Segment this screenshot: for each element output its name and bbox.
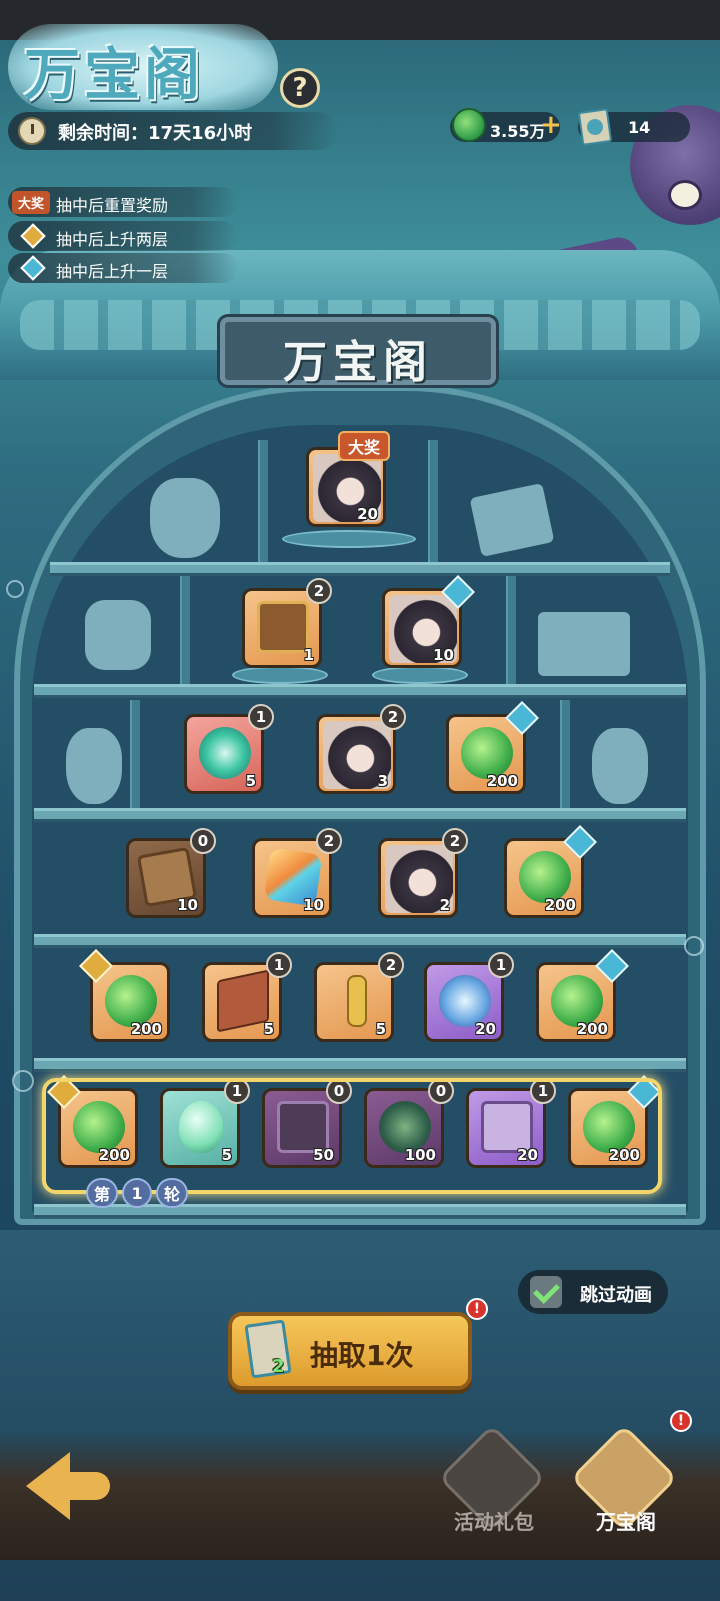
page-title: 万宝阁 [24, 42, 204, 108]
remaining-count-badge: 1 [248, 704, 274, 730]
remaining-count-badge: 2 [380, 704, 406, 730]
legend-grand-prize: 大奖 抽中后重置奖励 [8, 187, 238, 217]
remaining-count-badge: 2 [306, 578, 332, 604]
timer-bar: 剩余时间：17天16小时 [8, 112, 338, 150]
shelf [34, 684, 686, 698]
grand-prize-tag: 大奖 [12, 191, 51, 214]
vase-ornament [592, 728, 648, 804]
draw-ticket-cost: 2 [272, 1356, 285, 1377]
chest-icon [257, 601, 309, 653]
bubble-decoration [6, 580, 24, 598]
prize-quantity: 200 [544, 896, 576, 914]
shelf-divider [180, 576, 190, 684]
help-button[interactable]: ? [280, 68, 320, 108]
prize-quantity: 200 [576, 1020, 608, 1038]
jade-amount: 3.55万 [490, 122, 546, 141]
pedestal [232, 666, 328, 684]
current-round-highlight [42, 1078, 662, 1194]
key-icon [347, 975, 367, 1027]
skip-animation-label: 跳过动画 [580, 1285, 652, 1306]
pedestal [282, 530, 416, 548]
prize-quantity: 20 [357, 505, 378, 523]
vase-ornament [66, 728, 122, 804]
tab-event-gift-pack[interactable]: 活动礼包 [438, 1424, 548, 1560]
draw-alert-icon: ! [466, 1298, 488, 1320]
orb-icon [199, 727, 251, 779]
tab-label: 万宝阁 [596, 1510, 656, 1534]
single-up-diamond-icon [20, 255, 46, 281]
scroll-icon [217, 969, 269, 1033]
back-arrow-tail[interactable] [62, 1472, 110, 1500]
prize-quantity: 5 [263, 1020, 274, 1038]
shelf-divider [560, 700, 570, 808]
bubble-decoration [684, 936, 704, 956]
prize-quantity: 10 [433, 646, 454, 664]
remaining-count-badge: 0 [190, 828, 216, 854]
prize-quantity: 2 [439, 896, 450, 914]
legend-up-two: 抽中后上升两层 [8, 221, 238, 251]
shelf-divider [506, 576, 516, 684]
shelf-divider [258, 440, 268, 562]
shelf [34, 934, 686, 948]
checkbox-checked-icon[interactable] [530, 1276, 562, 1308]
shelf [50, 562, 670, 576]
remaining-time: 剩余时间：17天16小时 [58, 123, 253, 144]
bubble-decoration [12, 1070, 34, 1092]
ticket-count: 14 [628, 118, 651, 137]
jade-coin-icon [452, 108, 486, 142]
round-indicator: 第 1 轮 [86, 1178, 189, 1208]
prize-quantity: 5 [245, 772, 256, 790]
clock-icon [18, 117, 46, 145]
prize-quantity: 10 [177, 896, 198, 914]
pedestal [372, 666, 468, 684]
plaque-title: 万宝阁 [283, 337, 433, 388]
shelf [34, 1058, 686, 1072]
prize-quantity: 5 [375, 1020, 386, 1038]
round-suffix: 轮 [156, 1178, 189, 1208]
add-currency-button[interactable]: + [540, 112, 562, 138]
legend-text: 抽中后重置奖励 [56, 196, 169, 215]
prize-quantity: 20 [475, 1020, 496, 1038]
shelf-divider [428, 440, 438, 562]
shelf [34, 808, 686, 822]
round-number: 1 [122, 1178, 153, 1208]
remaining-count-badge: 2 [378, 952, 404, 978]
octopus-eye [668, 180, 702, 210]
prize-quantity: 200 [486, 772, 518, 790]
pavilion-plaque: 万宝阁 [220, 317, 496, 388]
legend-up-one: 抽中后上升一层 [8, 253, 238, 283]
rock-ornament [85, 600, 151, 670]
urn-ornament [150, 478, 220, 558]
legend-text: 抽中后上升一层 [56, 262, 169, 281]
prize-quantity: 1 [303, 646, 314, 664]
prize-quantity: 200 [130, 1020, 162, 1038]
prize-quantity: 3 [377, 772, 388, 790]
grand-prize-label: 大奖 [338, 431, 391, 461]
remaining-count-badge: 2 [442, 828, 468, 854]
prize-quantity: 10 [303, 896, 324, 914]
remaining-count-badge: 1 [488, 952, 514, 978]
legend-text: 抽中后上升两层 [56, 230, 169, 249]
remaining-count-badge: 2 [316, 828, 342, 854]
tab-label: 活动礼包 [454, 1510, 534, 1534]
box-ornament [538, 612, 630, 676]
remaining-count-badge: 1 [266, 952, 292, 978]
ticket-icon [577, 108, 613, 146]
tab-treasure-pavilion[interactable]: 万宝阁 [570, 1424, 680, 1560]
shelf-divider [130, 700, 140, 808]
draw-button-label: 抽取1次 [310, 1339, 414, 1372]
round-prefix: 第 [86, 1178, 119, 1208]
tab-alert-icon: ! [670, 1410, 692, 1432]
double-up-diamond-icon [20, 223, 46, 249]
